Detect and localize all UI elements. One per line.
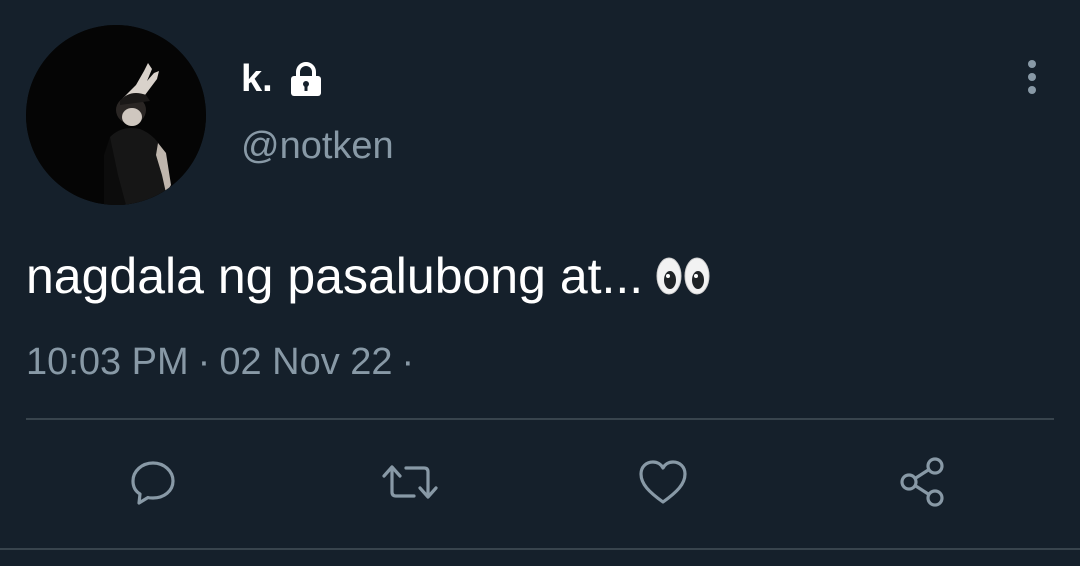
avatar-photo [26, 25, 206, 205]
reply-icon [127, 456, 179, 513]
meta-separator-trailing: · [401, 341, 415, 383]
handle[interactable]: @notken [241, 124, 394, 170]
heart-icon [635, 456, 691, 513]
meta-separator: · [197, 341, 211, 383]
tweet-meta: 10:03 PM · 02 Nov 22 · [26, 340, 423, 386]
lock-icon [287, 60, 325, 98]
display-name-row: k. [241, 55, 325, 103]
share-button[interactable] [891, 452, 955, 516]
bottom-divider [0, 548, 1080, 550]
retweet-icon [380, 456, 440, 513]
retweet-button[interactable] [378, 452, 442, 516]
like-button[interactable] [631, 452, 695, 516]
reply-button[interactable] [121, 452, 185, 516]
tweet-date[interactable]: 02 Nov 22 [219, 341, 392, 383]
action-bar [0, 452, 1080, 516]
eyes-emoji-icon [655, 250, 711, 295]
display-name[interactable]: k. [241, 60, 273, 98]
tweet-time[interactable]: 10:03 PM [26, 341, 189, 383]
tweet-text-content: nagdala ng pasalubong at... [26, 248, 644, 304]
tweet-text: nagdala ng pasalubong at... [26, 246, 711, 306]
avatar[interactable] [26, 25, 206, 205]
more-vertical-icon[interactable] [1008, 52, 1056, 102]
divider [26, 418, 1054, 420]
share-icon [895, 454, 951, 515]
tweet: k. @notken nagdala ng pasalubong at... 1… [0, 0, 1080, 566]
